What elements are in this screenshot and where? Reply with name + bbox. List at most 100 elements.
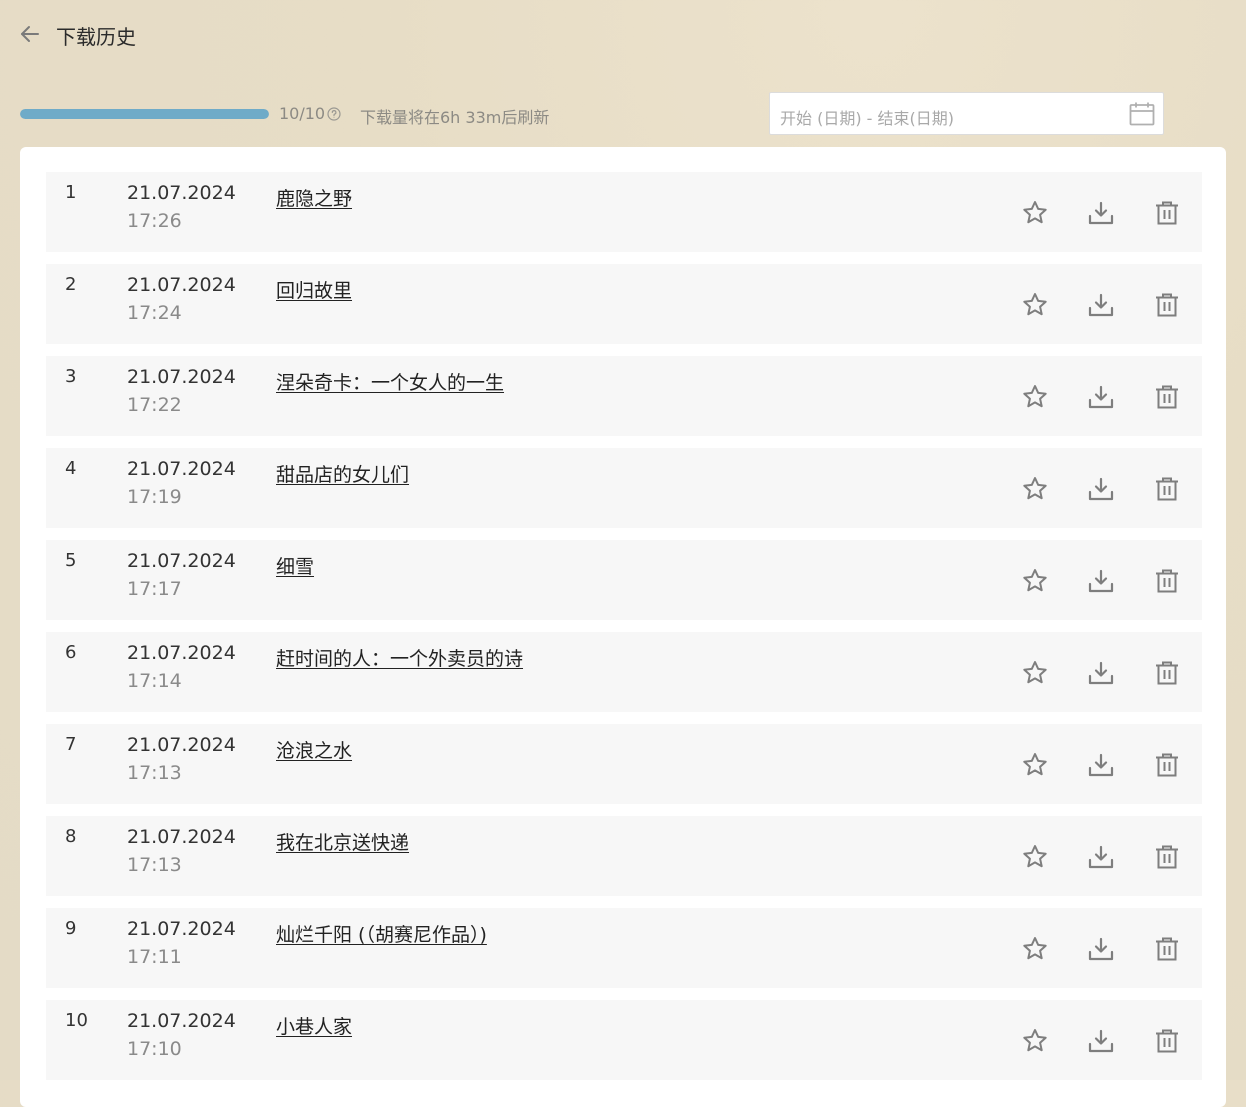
delete-button[interactable] [1153, 567, 1181, 595]
history-row: 4 21.07.2024 17:19 甜品店的女儿们 [46, 448, 1202, 528]
history-row: 10 21.07.2024 17:10 小巷人家 [46, 1000, 1202, 1080]
row-date: 21.07.2024 [127, 366, 236, 388]
favorite-button[interactable] [1021, 291, 1049, 319]
delete-button[interactable] [1153, 475, 1181, 503]
history-row: 3 21.07.2024 17:22 涅朵奇卡：一个女人的一生 [46, 356, 1202, 436]
row-time: 17:19 [127, 486, 182, 508]
row-time: 17:10 [127, 1038, 182, 1060]
book-title-link[interactable]: 细雪 [276, 552, 314, 579]
trash-icon [1153, 383, 1181, 411]
download-icon [1087, 843, 1115, 871]
row-time: 17:26 [127, 210, 182, 232]
history-row: 9 21.07.2024 17:11 灿烂千阳 (（胡赛尼作品）) [46, 908, 1202, 988]
favorite-button[interactable] [1021, 1027, 1049, 1055]
trash-icon [1153, 475, 1181, 503]
row-time: 17:22 [127, 394, 182, 416]
book-title-link[interactable]: 鹿隐之野 [276, 184, 352, 211]
row-index: 8 [65, 826, 77, 847]
history-row: 1 21.07.2024 17:26 鹿隐之野 [46, 172, 1202, 252]
download-button[interactable] [1087, 751, 1115, 779]
trash-icon [1153, 935, 1181, 963]
row-index: 1 [65, 182, 77, 203]
download-icon [1087, 383, 1115, 411]
delete-button[interactable] [1153, 751, 1181, 779]
download-button[interactable] [1087, 383, 1115, 411]
download-icon [1087, 199, 1115, 227]
book-title-link[interactable]: 甜品店的女儿们 [276, 460, 409, 487]
download-icon [1087, 475, 1115, 503]
book-title-link[interactable]: 回归故里 [276, 276, 352, 303]
calendar-icon[interactable] [1129, 102, 1155, 126]
star-icon [1021, 659, 1049, 687]
star-icon [1021, 291, 1049, 319]
download-button[interactable] [1087, 935, 1115, 963]
row-date: 21.07.2024 [127, 826, 236, 848]
history-list: 1 21.07.2024 17:26 鹿隐之野 2 21.07.2024 17:24 回归故里… [20, 147, 1226, 1107]
favorite-button[interactable] [1021, 475, 1049, 503]
book-title-link[interactable]: 涅朵奇卡：一个女人的一生 [276, 368, 504, 395]
download-button[interactable] [1087, 199, 1115, 227]
row-date: 21.07.2024 [127, 182, 236, 204]
row-index: 10 [65, 1010, 88, 1031]
star-icon [1021, 843, 1049, 871]
favorite-button[interactable] [1021, 935, 1049, 963]
download-icon [1087, 659, 1115, 687]
book-title-link[interactable]: 我在北京送快递 [276, 828, 409, 855]
delete-button[interactable] [1153, 843, 1181, 871]
book-title-link[interactable]: 沧浪之水 [276, 736, 352, 763]
date-range-input[interactable]: 开始 (日期) - 结束(日期) [769, 92, 1164, 135]
row-date: 21.07.2024 [127, 274, 236, 296]
trash-icon [1153, 199, 1181, 227]
download-icon [1087, 751, 1115, 779]
row-time: 17:11 [127, 946, 182, 968]
row-index: 3 [65, 366, 77, 387]
history-row: 7 21.07.2024 17:13 沧浪之水 [46, 724, 1202, 804]
download-button[interactable] [1087, 659, 1115, 687]
row-index: 2 [65, 274, 77, 295]
delete-button[interactable] [1153, 291, 1181, 319]
row-index: 5 [65, 550, 77, 571]
row-time: 17:13 [127, 762, 182, 784]
history-row: 2 21.07.2024 17:24 回归故里 [46, 264, 1202, 344]
quota-count: 10/10 [279, 104, 326, 123]
download-button[interactable] [1087, 567, 1115, 595]
delete-button[interactable] [1153, 199, 1181, 227]
download-icon [1087, 935, 1115, 963]
arrow-left-icon[interactable] [18, 22, 42, 46]
refresh-notice: 下载量将在6h 33m后刷新 [360, 108, 550, 127]
favorite-button[interactable] [1021, 383, 1049, 411]
delete-button[interactable] [1153, 659, 1181, 687]
star-icon [1021, 935, 1049, 963]
delete-button[interactable] [1153, 1027, 1181, 1055]
history-row: 5 21.07.2024 17:17 细雪 [46, 540, 1202, 620]
book-title-link[interactable]: 赶时间的人：一个外卖员的诗 [276, 644, 523, 671]
download-icon [1087, 567, 1115, 595]
row-index: 6 [65, 642, 77, 663]
row-date: 21.07.2024 [127, 918, 236, 940]
page-title: 下载历史 [56, 25, 136, 49]
download-button[interactable] [1087, 1027, 1115, 1055]
question-circle-icon[interactable] [327, 106, 341, 121]
favorite-button[interactable] [1021, 843, 1049, 871]
delete-button[interactable] [1153, 383, 1181, 411]
book-title-link[interactable]: 灿烂千阳 (（胡赛尼作品）) [276, 920, 487, 947]
download-button[interactable] [1087, 291, 1115, 319]
history-row: 6 21.07.2024 17:14 赶时间的人：一个外卖员的诗 [46, 632, 1202, 712]
delete-button[interactable] [1153, 935, 1181, 963]
header: 下载历史 [0, 0, 1246, 70]
download-button[interactable] [1087, 475, 1115, 503]
star-icon [1021, 1027, 1049, 1055]
row-date: 21.07.2024 [127, 642, 236, 664]
download-icon [1087, 291, 1115, 319]
download-button[interactable] [1087, 843, 1115, 871]
row-date: 21.07.2024 [127, 734, 236, 756]
book-title-link[interactable]: 小巷人家 [276, 1012, 352, 1039]
favorite-button[interactable] [1021, 751, 1049, 779]
trash-icon [1153, 291, 1181, 319]
row-index: 4 [65, 458, 77, 479]
favorite-button[interactable] [1021, 199, 1049, 227]
favorite-button[interactable] [1021, 659, 1049, 687]
download-icon [1087, 1027, 1115, 1055]
favorite-button[interactable] [1021, 567, 1049, 595]
trash-icon [1153, 659, 1181, 687]
